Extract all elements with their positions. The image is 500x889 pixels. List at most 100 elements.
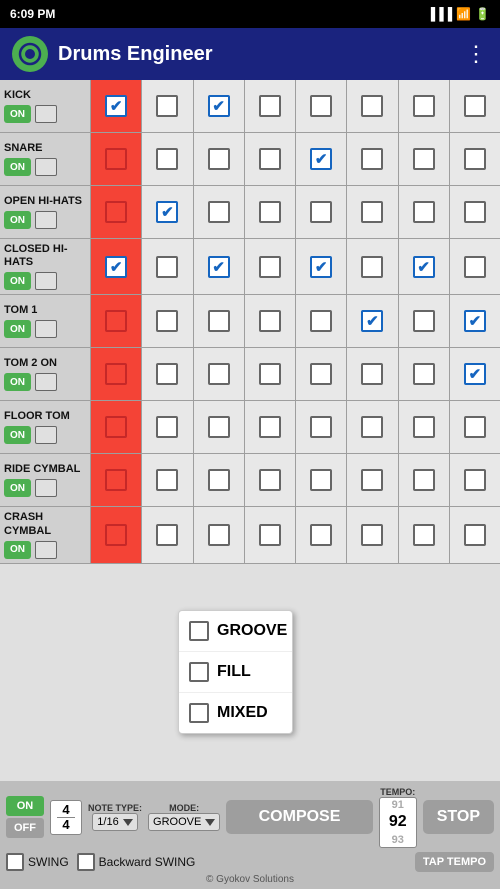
rc-cb-5[interactable] <box>310 469 332 491</box>
ohh-cb-8[interactable] <box>464 201 486 223</box>
tom2-beat-8[interactable] <box>449 348 500 400</box>
tom2-off-box[interactable] <box>35 373 57 391</box>
tom1-cb-1[interactable] <box>105 310 127 332</box>
ft-cb-7[interactable] <box>413 416 435 438</box>
backward-swing-checkbox[interactable] <box>77 853 95 871</box>
compose-button[interactable]: COMPOSE <box>226 800 372 834</box>
rc-cb-3[interactable] <box>208 469 230 491</box>
ft-cb-3[interactable] <box>208 416 230 438</box>
groove-checkbox[interactable] <box>189 621 209 641</box>
snare-beat-5[interactable] <box>295 133 346 185</box>
tom2-beat-2[interactable] <box>141 348 192 400</box>
snare-cb-6[interactable] <box>361 148 383 170</box>
snare-cb-7[interactable] <box>413 148 435 170</box>
kick-beat-3[interactable] <box>193 80 244 132</box>
rc-cb-4[interactable] <box>259 469 281 491</box>
rc-cb-8[interactable] <box>464 469 486 491</box>
tom2-beat-3[interactable] <box>193 348 244 400</box>
chh-beat-2[interactable] <box>141 239 192 294</box>
tom1-cb-3[interactable] <box>208 310 230 332</box>
tom1-beat-2[interactable] <box>141 295 192 347</box>
rc-beat-3[interactable] <box>193 454 244 506</box>
chh-cb-1[interactable] <box>105 256 127 278</box>
tom2-cb-1[interactable] <box>105 363 127 385</box>
rc-beat-8[interactable] <box>449 454 500 506</box>
kick-cb-4[interactable] <box>259 95 281 117</box>
snare-beat-4[interactable] <box>244 133 295 185</box>
ft-beat-2[interactable] <box>141 401 192 453</box>
tom2-beat-6[interactable] <box>346 348 397 400</box>
tom1-beat-4[interactable] <box>244 295 295 347</box>
kick-beat-1[interactable] <box>90 80 141 132</box>
mode-dropdown[interactable]: GROOVE <box>148 813 220 831</box>
cc-beat-3[interactable] <box>193 507 244 562</box>
chh-cb-7[interactable] <box>413 256 435 278</box>
chh-beat-5[interactable] <box>295 239 346 294</box>
closedhihats-off-box[interactable] <box>35 272 57 290</box>
cc-cb-8[interactable] <box>464 524 486 546</box>
ft-cb-6[interactable] <box>361 416 383 438</box>
ft-cb-2[interactable] <box>156 416 178 438</box>
kick-cb-2[interactable] <box>156 95 178 117</box>
rc-beat-6[interactable] <box>346 454 397 506</box>
chh-beat-4[interactable] <box>244 239 295 294</box>
ohh-cb-4[interactable] <box>259 201 281 223</box>
rc-beat-2[interactable] <box>141 454 192 506</box>
ft-beat-6[interactable] <box>346 401 397 453</box>
kick-cb-5[interactable] <box>310 95 332 117</box>
tom1-off-box[interactable] <box>35 320 57 338</box>
cc-beat-6[interactable] <box>346 507 397 562</box>
tom1-cb-6[interactable] <box>361 310 383 332</box>
global-on-button[interactable]: ON <box>6 796 44 816</box>
ohh-beat-2[interactable] <box>141 186 192 238</box>
dropdown-fill[interactable]: FILL <box>179 652 292 693</box>
tom2-beat-4[interactable] <box>244 348 295 400</box>
snare-beat-6[interactable] <box>346 133 397 185</box>
floortom-on-button[interactable]: ON <box>4 426 31 444</box>
tap-tempo-button[interactable]: TAP TEMPO <box>415 852 494 872</box>
tom1-cb-4[interactable] <box>259 310 281 332</box>
snare-cb-5[interactable] <box>310 148 332 170</box>
rc-beat-7[interactable] <box>398 454 449 506</box>
snare-off-box[interactable] <box>35 158 57 176</box>
kick-cb-8[interactable] <box>464 95 486 117</box>
more-menu-icon[interactable]: ⋮ <box>465 41 488 67</box>
ft-beat-8[interactable] <box>449 401 500 453</box>
rc-cb-7[interactable] <box>413 469 435 491</box>
tom2-cb-7[interactable] <box>413 363 435 385</box>
snare-on-button[interactable]: ON <box>4 158 31 176</box>
ohh-beat-4[interactable] <box>244 186 295 238</box>
tom2-on-button[interactable]: ON <box>4 373 31 391</box>
chh-beat-3[interactable] <box>193 239 244 294</box>
cc-cb-5[interactable] <box>310 524 332 546</box>
ohh-beat-7[interactable] <box>398 186 449 238</box>
tom2-cb-5[interactable] <box>310 363 332 385</box>
kick-off-box[interactable] <box>35 105 57 123</box>
rc-beat-5[interactable] <box>295 454 346 506</box>
tom1-cb-5[interactable] <box>310 310 332 332</box>
cc-beat-1[interactable] <box>90 507 141 562</box>
ft-beat-3[interactable] <box>193 401 244 453</box>
cc-cb-1[interactable] <box>105 524 127 546</box>
cc-cb-4[interactable] <box>259 524 281 546</box>
ft-cb-1[interactable] <box>105 416 127 438</box>
snare-beat-1[interactable] <box>90 133 141 185</box>
dropdown-groove[interactable]: GROOVE <box>179 611 292 652</box>
chh-cb-6[interactable] <box>361 256 383 278</box>
tom2-cb-6[interactable] <box>361 363 383 385</box>
kick-beat-6[interactable] <box>346 80 397 132</box>
chh-beat-7[interactable] <box>398 239 449 294</box>
ridecymbal-on-button[interactable]: ON <box>4 479 31 497</box>
ohh-cb-1[interactable] <box>105 201 127 223</box>
swing-check[interactable]: SWING <box>6 853 69 871</box>
swing-checkbox[interactable] <box>6 853 24 871</box>
snare-cb-3[interactable] <box>208 148 230 170</box>
fill-checkbox[interactable] <box>189 662 209 682</box>
tom1-beat-3[interactable] <box>193 295 244 347</box>
kick-beat-8[interactable] <box>449 80 500 132</box>
rc-cb-1[interactable] <box>105 469 127 491</box>
ohh-cb-6[interactable] <box>361 201 383 223</box>
cc-cb-6[interactable] <box>361 524 383 546</box>
tom2-beat-5[interactable] <box>295 348 346 400</box>
kick-on-button[interactable]: ON <box>4 105 31 123</box>
